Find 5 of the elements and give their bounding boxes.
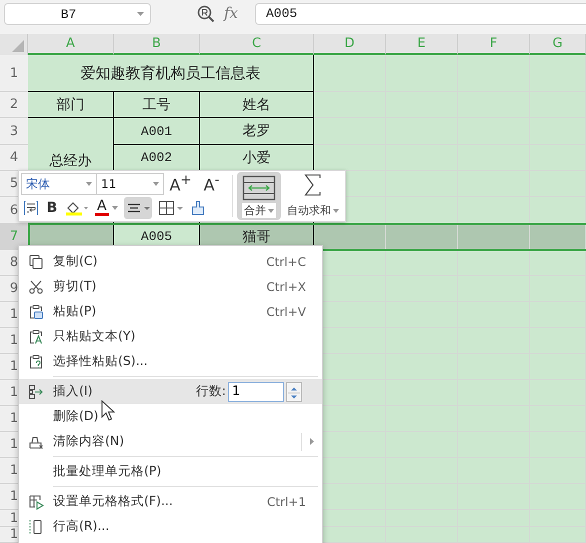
shortcut-label: Ctrl+X xyxy=(266,280,306,294)
shortcut-label: Ctrl+C xyxy=(266,254,306,268)
field-label: 行数: xyxy=(196,383,226,400)
shortcut-label: Ctrl+1 xyxy=(266,494,306,508)
shortcut-label: Ctrl+V xyxy=(266,304,306,318)
